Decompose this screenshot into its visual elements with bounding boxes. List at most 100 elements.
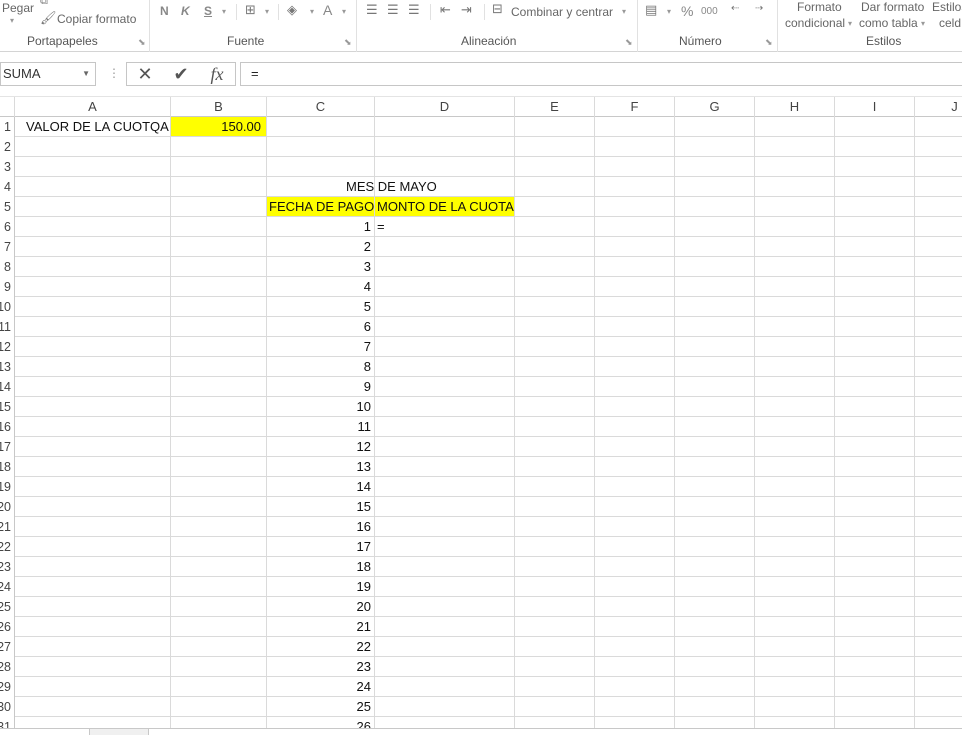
row-header[interactable]: 2 <box>4 137 11 157</box>
row-header[interactable]: 13 <box>0 357 11 377</box>
underline-caret-icon[interactable]: ▾ <box>222 7 226 17</box>
payment-day-cell[interactable]: 13 <box>267 457 374 477</box>
payment-day-cell[interactable]: 18 <box>267 557 374 577</box>
conditional-format-caret-icon[interactable]: ▾ <box>848 19 852 29</box>
row-header[interactable]: 11 <box>0 317 11 337</box>
table-format-caret-icon[interactable]: ▾ <box>921 19 925 29</box>
row-header[interactable]: 18 <box>0 457 11 477</box>
borders-icon[interactable]: ⊞ <box>245 3 256 17</box>
row-header[interactable]: 16 <box>0 417 11 437</box>
payment-day-cell[interactable]: 6 <box>267 317 374 337</box>
row-header[interactable]: 15 <box>0 397 11 417</box>
payment-day-cell[interactable]: 8 <box>267 357 374 377</box>
column-header-i[interactable]: I <box>835 97 915 117</box>
merge-center-caret-icon[interactable]: ▾ <box>622 7 626 17</box>
cell-styles-label-1[interactable]: Estilos <box>932 0 962 14</box>
table-format-label-1[interactable]: Dar formato <box>861 0 924 14</box>
formula-input[interactable]: = <box>240 62 962 86</box>
increase-decimal-icon[interactable]: ⇠ <box>731 2 739 16</box>
row-header[interactable]: 24 <box>0 577 11 597</box>
column-header-a[interactable]: A <box>15 97 171 117</box>
accounting-format-icon[interactable]: ▤ <box>645 3 657 17</box>
row-header[interactable]: 27 <box>0 637 11 657</box>
payment-day-cell[interactable]: 3 <box>267 257 374 277</box>
percent-style-button[interactable]: % <box>681 4 693 18</box>
payment-day-cell[interactable]: 24 <box>267 677 374 697</box>
table-format-button[interactable]: como tabla <box>859 16 918 30</box>
fill-color-caret-icon[interactable]: ▾ <box>310 7 314 17</box>
column-header-b[interactable]: B <box>171 97 267 117</box>
column-header-d[interactable]: D <box>375 97 515 117</box>
payment-day-cell[interactable]: 21 <box>267 617 374 637</box>
conditional-format-label-1[interactable]: Formato <box>797 0 842 14</box>
conditional-format-button[interactable]: condicional <box>785 16 845 30</box>
cancel-icon[interactable]: ✕ <box>130 63 160 85</box>
copy-icon[interactable]: ⧉ <box>40 0 48 8</box>
row-header[interactable]: 10 <box>0 297 11 317</box>
format-painter-icon[interactable]: 🖌 <box>40 11 57 25</box>
row-header[interactable]: 28 <box>0 657 11 677</box>
fill-color-icon[interactable]: ◈ <box>287 3 297 17</box>
thousands-separator-button[interactable]: 000 <box>701 5 718 19</box>
borders-caret-icon[interactable]: ▾ <box>265 7 269 17</box>
italic-button[interactable]: K <box>181 4 190 18</box>
align-left-icon[interactable]: ☰ <box>366 3 378 17</box>
payment-day-cell[interactable]: 26 <box>267 717 374 728</box>
row-header[interactable]: 1 <box>4 117 11 137</box>
column-header-g[interactable]: G <box>675 97 755 117</box>
sheet-navigation[interactable] <box>0 729 90 735</box>
payment-day-cell[interactable]: 11 <box>267 417 374 437</box>
row-header[interactable]: 20 <box>0 497 11 517</box>
cell-d5[interactable]: MONTO DE LA CUOTA <box>377 197 514 217</box>
row-header[interactable]: 22 <box>0 537 11 557</box>
increase-indent-icon[interactable]: ⇥ <box>461 3 472 17</box>
merge-center-button[interactable]: Combinar y centrar <box>511 5 613 19</box>
decrease-decimal-icon[interactable]: ⇢ <box>755 2 763 16</box>
name-box[interactable]: SUMA ▼ <box>0 62 96 86</box>
cell-styles-button[interactable]: celd <box>939 16 961 30</box>
cell-c5[interactable]: FECHA DE PAGO <box>269 197 374 217</box>
column-header-h[interactable]: H <box>755 97 835 117</box>
row-header[interactable]: 7 <box>4 237 11 257</box>
row-header[interactable]: 26 <box>0 617 11 637</box>
payment-day-cell[interactable]: 19 <box>267 577 374 597</box>
row-header[interactable]: 8 <box>4 257 11 277</box>
row-header[interactable]: 4 <box>4 177 11 197</box>
underline-button[interactable]: S <box>204 4 212 18</box>
font-color-button[interactable]: A <box>323 3 332 17</box>
column-header-f[interactable]: F <box>595 97 675 117</box>
payment-day-cell[interactable]: 5 <box>267 297 374 317</box>
row-header[interactable]: 29 <box>0 677 11 697</box>
row-header[interactable]: 6 <box>4 217 11 237</box>
decrease-indent-icon[interactable]: ⇤ <box>440 3 451 17</box>
payment-day-cell[interactable]: 15 <box>267 497 374 517</box>
row-header[interactable]: 19 <box>0 477 11 497</box>
worksheet-grid[interactable]: VALOR DE LA CUOTQA 150.00 MES DE MAYO FE… <box>15 117 962 728</box>
font-color-caret-icon[interactable]: ▾ <box>342 7 346 17</box>
font-launcher-icon[interactable]: ⬊ <box>344 37 352 47</box>
select-all-corner[interactable] <box>0 97 15 117</box>
row-header[interactable]: 5 <box>4 197 11 217</box>
column-header-c[interactable]: C <box>267 97 375 117</box>
copy-format-button[interactable]: Copiar formato <box>57 12 136 26</box>
row-header[interactable]: 30 <box>0 697 11 717</box>
cell-b1[interactable]: 150.00 <box>171 117 267 137</box>
horizontal-scrollbar[interactable] <box>148 729 962 735</box>
cell-d6-active[interactable]: = <box>377 217 385 237</box>
column-header-e[interactable]: E <box>515 97 595 117</box>
payment-day-cell[interactable]: 16 <box>267 517 374 537</box>
formula-bar-grip-icon[interactable]: ⋮ <box>108 66 120 80</box>
payment-day-cell[interactable]: 2 <box>267 237 374 257</box>
paste-button[interactable]: Pegar <box>2 1 34 15</box>
align-right-icon[interactable]: ☰ <box>408 3 420 17</box>
clipboard-launcher-icon[interactable]: ⬊ <box>138 37 146 47</box>
insert-function-icon[interactable]: fx <box>202 63 232 85</box>
row-header[interactable]: 21 <box>0 517 11 537</box>
paste-caret-icon[interactable]: ▾ <box>10 16 14 26</box>
cell-a1[interactable]: VALOR DE LA CUOTQA <box>26 117 169 137</box>
payment-day-cell[interactable]: 12 <box>267 437 374 457</box>
row-header[interactable]: 14 <box>0 377 11 397</box>
enter-icon[interactable]: ✔ <box>166 63 196 85</box>
row-header[interactable]: 9 <box>4 277 11 297</box>
row-header[interactable]: 12 <box>0 337 11 357</box>
